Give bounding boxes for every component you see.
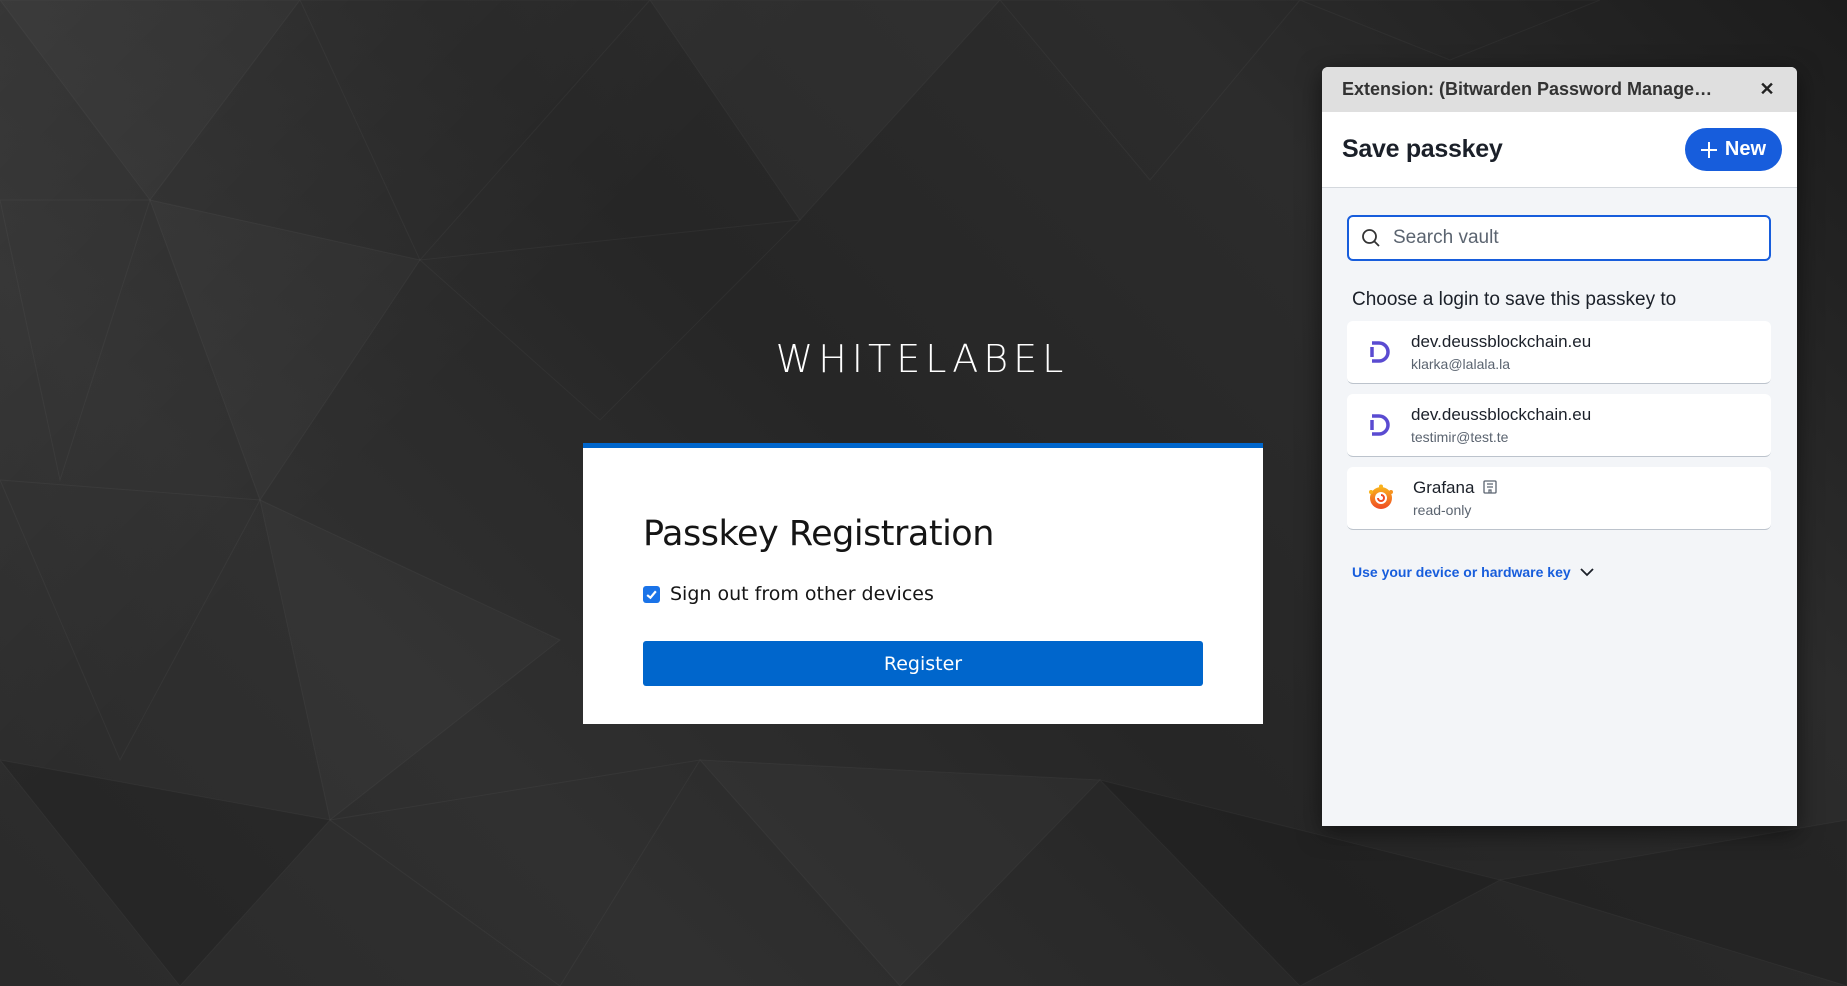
login-name: Grafana [1413,478,1498,498]
register-button[interactable]: Register [643,641,1203,686]
search-icon [1362,229,1380,247]
close-icon[interactable]: ✕ [1757,79,1777,100]
choose-login-text: Choose a login to save this passkey to [1352,289,1677,310]
sign-out-checkbox[interactable] [643,585,660,603]
organization-icon [1483,480,1497,494]
popup-titlebar[interactable]: Extension: (Bitwarden Password Manage… ✕ [1322,67,1797,112]
chevron-down-icon [1580,568,1594,577]
popup-window-title: Extension: (Bitwarden Password Manage… [1342,79,1713,99]
hardware-key-label: Use your device or hardware key [1352,564,1571,580]
hardware-key-link[interactable]: Use your device or hardware key [1352,564,1595,580]
brand-logo: WHITELABEL [775,337,1069,381]
sign-out-label[interactable]: Sign out from other devices [670,583,934,605]
deuss-logo-icon [1370,341,1390,363]
bitwarden-extension-popup: Extension: (Bitwarden Password Manage… ✕… [1322,67,1797,826]
new-button[interactable]: New [1684,128,1782,171]
deuss-logo-icon [1370,414,1390,436]
plus-icon [1700,141,1717,158]
login-username: read-only [1413,502,1472,518]
login-name: dev.deussblockchain.eu [1411,332,1592,351]
login-name-text: Grafana [1413,478,1475,497]
login-username: klarka@lalala.la [1411,356,1511,372]
grafana-logo-icon [1369,484,1393,509]
sign-out-option[interactable]: Sign out from other devices [643,583,934,605]
login-item[interactable]: dev.deussblockchain.eu testimir@test.te [1347,394,1771,457]
login-item[interactable]: dev.deussblockchain.eu klarka@lalala.la [1347,321,1771,384]
search-input[interactable] [1391,226,1755,250]
save-passkey-heading: Save passkey [1342,135,1503,163]
login-username: testimir@test.te [1411,429,1509,445]
login-item[interactable]: Grafana read-only [1347,467,1771,530]
login-name: dev.deussblockchain.eu [1411,405,1592,424]
passkey-registration-card: Passkey Registration Sign out from other… [583,443,1263,724]
popup-header: Save passkey New [1322,112,1797,188]
page-title: Passkey Registration [643,514,994,554]
search-vault-field[interactable] [1347,215,1771,261]
new-button-label: New [1724,138,1766,160]
checkmark-icon [646,590,657,599]
